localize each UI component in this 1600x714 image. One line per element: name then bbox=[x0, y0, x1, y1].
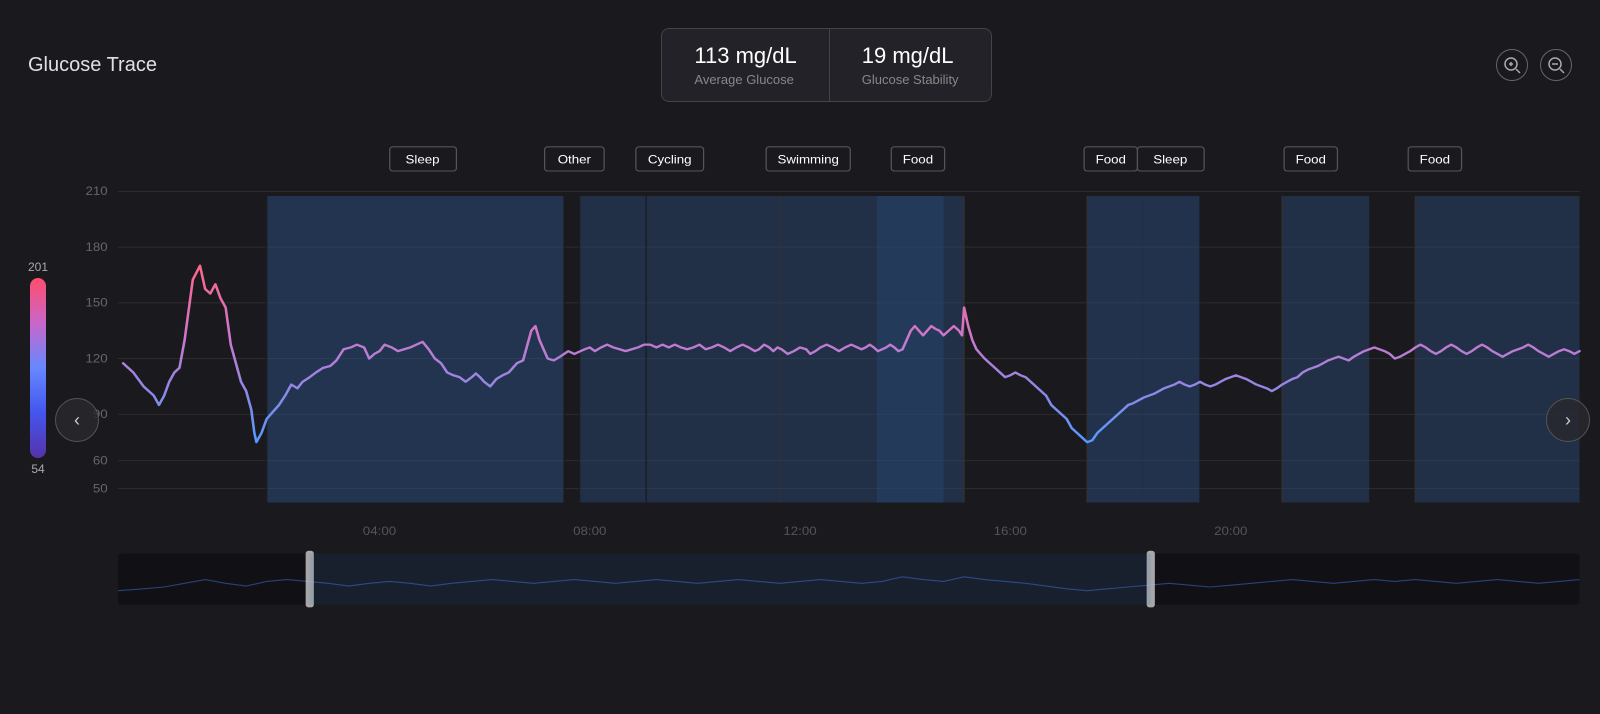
glucose-stability-value: 19 mg/dL bbox=[862, 43, 959, 69]
svg-text:Food: Food bbox=[1296, 152, 1326, 166]
svg-text:Sleep: Sleep bbox=[1153, 152, 1187, 166]
svg-text:50: 50 bbox=[93, 481, 108, 495]
svg-text:120: 120 bbox=[85, 351, 107, 365]
glucose-stability-label: Glucose Stability bbox=[862, 72, 959, 87]
svg-text:Swimming: Swimming bbox=[777, 152, 838, 166]
svg-text:Food: Food bbox=[1096, 152, 1126, 166]
next-button[interactable]: › bbox=[1546, 398, 1590, 442]
svg-text:20:00: 20:00 bbox=[1214, 524, 1247, 538]
svg-text:210: 210 bbox=[85, 184, 107, 198]
stats-box: 113 mg/dL Average Glucose 19 mg/dL Gluco… bbox=[661, 28, 991, 102]
svg-text:180: 180 bbox=[85, 239, 107, 253]
page-title: Glucose Trace bbox=[28, 54, 157, 77]
svg-text:16:00: 16:00 bbox=[994, 524, 1027, 538]
zoom-out-button[interactable] bbox=[1540, 49, 1572, 81]
svg-text:04:00: 04:00 bbox=[363, 524, 396, 538]
svg-text:60: 60 bbox=[93, 453, 108, 467]
svg-text:150: 150 bbox=[85, 295, 107, 309]
svg-text:08:00: 08:00 bbox=[573, 524, 606, 538]
stat-glucose-stability: 19 mg/dL Glucose Stability bbox=[829, 29, 991, 101]
header: Glucose Trace 113 mg/dL Average Glucose … bbox=[28, 28, 1572, 102]
chart-svg: 210 180 150 120 90 60 50 Sleep Other Cyc… bbox=[0, 145, 1600, 665]
zoom-in-button[interactable] bbox=[1496, 49, 1528, 81]
prev-button[interactable]: ‹ bbox=[55, 398, 99, 442]
svg-text:Food: Food bbox=[903, 152, 933, 166]
average-glucose-value: 113 mg/dL bbox=[694, 43, 796, 69]
svg-text:Cycling: Cycling bbox=[648, 152, 692, 166]
svg-text:Food: Food bbox=[1420, 152, 1450, 166]
zoom-controls bbox=[1496, 49, 1572, 81]
svg-text:Other: Other bbox=[558, 152, 592, 166]
average-glucose-label: Average Glucose bbox=[694, 72, 796, 87]
svg-text:12:00: 12:00 bbox=[783, 524, 816, 538]
svg-text:Sleep: Sleep bbox=[406, 152, 440, 166]
stat-average-glucose: 113 mg/dL Average Glucose bbox=[662, 29, 828, 101]
